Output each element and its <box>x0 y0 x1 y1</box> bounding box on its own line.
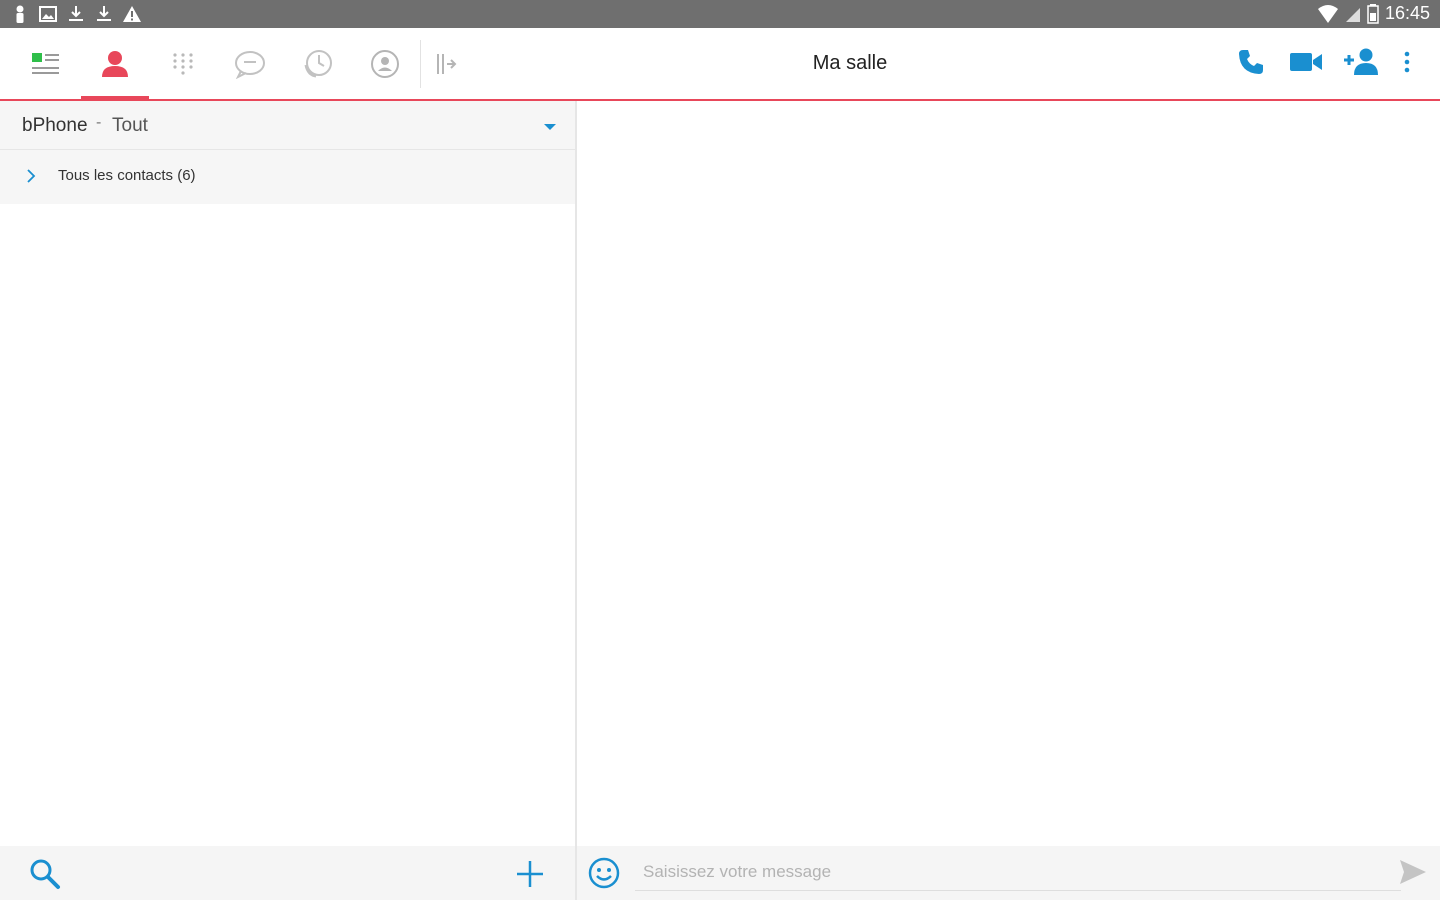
add-participant-icon <box>1342 47 1378 82</box>
collapse-panel-icon <box>433 51 459 77</box>
call-history-icon <box>302 49 334 79</box>
battery-icon <box>1367 3 1379 24</box>
account-name: bPhone <box>22 115 88 136</box>
status-bar-system: 16:45 <box>1317 3 1430 24</box>
video-call-icon <box>1289 50 1323 79</box>
message-composer <box>577 846 1440 900</box>
filter-label: Tout <box>112 115 148 136</box>
contact-group-label: Tous les contacts (6) <box>58 167 196 184</box>
top-toolbar: Ma salle <box>0 28 1440 101</box>
chevron-right-icon <box>26 168 36 189</box>
add-contact-icon[interactable] <box>514 858 546 895</box>
person-icon <box>10 4 30 24</box>
contacts-panel: bPhone - Tout Tous les contacts (6) <box>0 101 575 900</box>
status-bar: 16:45 <box>0 0 1440 28</box>
profile-icon <box>370 49 400 79</box>
chat-panel <box>577 101 1440 900</box>
add-participant-button[interactable] <box>1340 44 1380 84</box>
tab-dashboard[interactable] <box>12 28 80 99</box>
message-input[interactable] <box>635 854 1401 891</box>
phone-call-button[interactable] <box>1231 44 1271 84</box>
download-icon <box>66 4 86 24</box>
clock: 16:45 <box>1384 3 1430 23</box>
collapse-panel-button[interactable] <box>412 28 480 99</box>
search-icon[interactable] <box>28 857 62 896</box>
video-call-button[interactable] <box>1286 44 1326 84</box>
conversation-title: Ma salle <box>812 52 888 74</box>
contact-group-row[interactable]: Tous les contacts (6) <box>0 150 575 204</box>
status-bar-notifications <box>10 4 142 24</box>
chat-icon <box>233 49 267 79</box>
tab-profile[interactable] <box>351 28 419 99</box>
tab-call-history[interactable] <box>284 28 352 99</box>
contacts-footer <box>0 846 575 900</box>
account-filter-separator: - <box>96 114 102 131</box>
warning-icon <box>122 4 142 24</box>
tab-chat[interactable] <box>216 28 284 99</box>
tab-contacts[interactable] <box>81 28 149 99</box>
download-icon <box>94 4 114 24</box>
more-options-button[interactable] <box>1387 44 1427 84</box>
emoji-icon[interactable] <box>587 856 621 895</box>
image-icon <box>38 4 58 24</box>
signal-icon <box>1345 4 1361 24</box>
wifi-icon <box>1317 4 1339 24</box>
dropdown-arrow-icon[interactable] <box>543 119 557 137</box>
contacts-icon <box>100 49 130 79</box>
phone-call-icon <box>1236 47 1266 82</box>
dashboard-icon <box>30 51 62 77</box>
account-filter-selector[interactable]: bPhone - Tout <box>0 101 575 150</box>
dialpad-icon <box>170 51 196 77</box>
more-options-icon <box>1403 50 1411 79</box>
send-icon[interactable] <box>1398 858 1428 891</box>
tab-dialpad[interactable] <box>149 28 217 99</box>
